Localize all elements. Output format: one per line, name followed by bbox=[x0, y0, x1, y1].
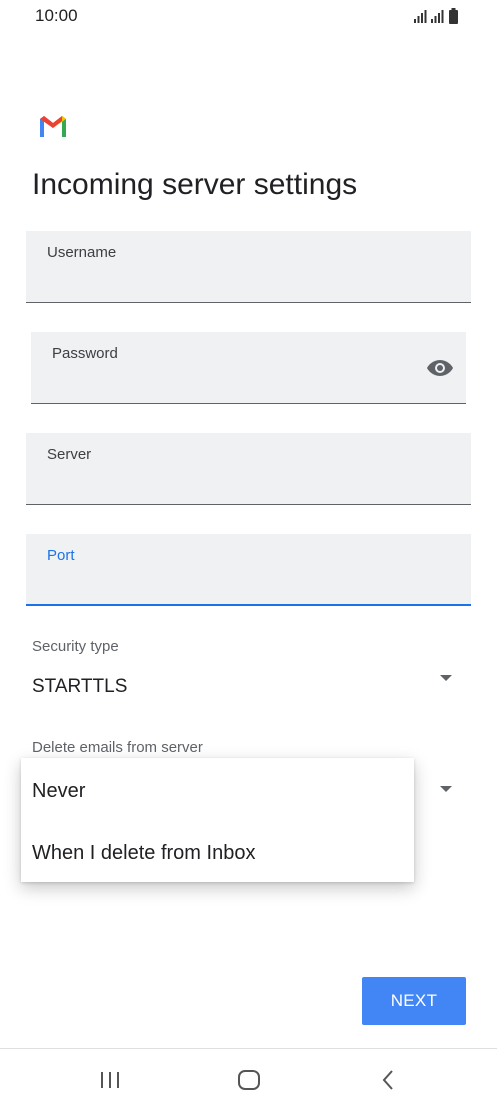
menu-item-never[interactable]: Never bbox=[32, 780, 85, 803]
port-field[interactable]: Port bbox=[26, 534, 471, 606]
password-label: Password bbox=[52, 345, 118, 362]
signal-icon bbox=[431, 10, 444, 23]
status-bar: 10:00 bbox=[0, 0, 497, 34]
menu-item-when-delete-from-inbox[interactable]: When I delete from Inbox bbox=[32, 842, 255, 865]
server-field[interactable]: Server bbox=[26, 433, 471, 505]
password-field[interactable]: Password bbox=[31, 332, 466, 404]
home-button[interactable] bbox=[229, 1063, 269, 1097]
server-label: Server bbox=[47, 446, 92, 463]
back-button[interactable] bbox=[368, 1063, 408, 1097]
username-field[interactable]: Username bbox=[26, 231, 471, 303]
chevron-down-icon[interactable] bbox=[440, 675, 452, 681]
status-icons bbox=[414, 8, 458, 24]
recents-icon bbox=[101, 1072, 119, 1088]
eye-icon[interactable] bbox=[426, 358, 454, 378]
signal-icon bbox=[414, 10, 427, 23]
next-button[interactable]: NEXT bbox=[362, 977, 466, 1025]
home-icon bbox=[238, 1070, 260, 1090]
page-title: Incoming server settings bbox=[32, 168, 358, 201]
security-type-value[interactable]: STARTTLS bbox=[32, 676, 127, 698]
navigation-bar bbox=[0, 1048, 497, 1111]
delete-emails-label: Delete emails from server bbox=[32, 739, 203, 756]
back-icon bbox=[382, 1070, 393, 1090]
username-label: Username bbox=[47, 244, 117, 261]
security-type-label: Security type bbox=[32, 638, 119, 655]
gmail-logo bbox=[40, 116, 66, 137]
delete-emails-menu: Never When I delete from Inbox bbox=[21, 758, 414, 882]
chevron-down-icon[interactable] bbox=[440, 786, 452, 792]
battery-icon bbox=[449, 8, 458, 24]
port-label: Port bbox=[47, 547, 75, 564]
status-time: 10:00 bbox=[35, 6, 78, 25]
recents-button[interactable] bbox=[90, 1063, 130, 1097]
